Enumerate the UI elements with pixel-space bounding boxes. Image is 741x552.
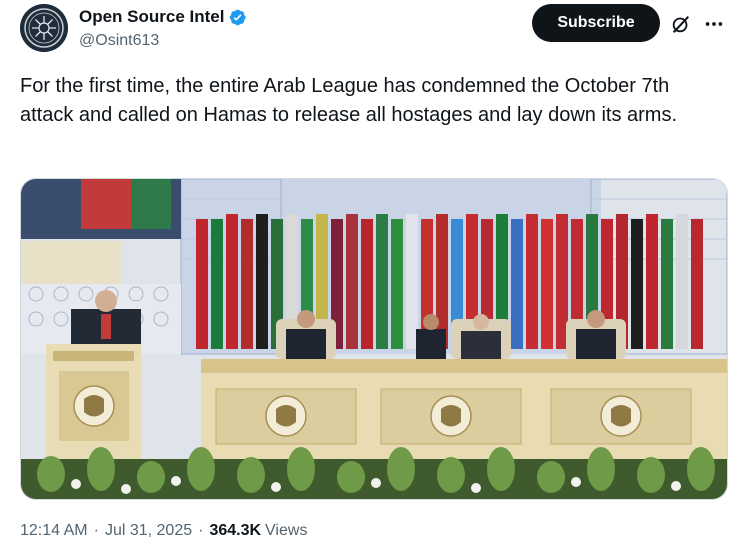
handle[interactable]: @Osint613 [79, 32, 159, 50]
tweet-header: Open Source Intel @Osint613 Subscribe [20, 4, 725, 54]
subscribe-button[interactable]: Subscribe [532, 4, 660, 42]
tweet-date[interactable]: Jul 31, 2025 [105, 522, 192, 540]
tweet-time[interactable]: 12:14 AM [20, 522, 88, 540]
meta-separator: · [198, 522, 204, 539]
verified-badge-icon [230, 9, 247, 25]
views-count: 364.3K [209, 522, 262, 539]
arab-league-summit-photo [21, 179, 727, 499]
intel-seal-icon [20, 4, 68, 52]
tweet-meta: 12:14 AM · Jul 31, 2025 · 364.3K Views [20, 522, 307, 540]
avatar[interactable] [20, 4, 68, 52]
tweet-media-photo[interactable] [20, 178, 728, 500]
meta-separator: · [93, 522, 99, 539]
views-label: Views [265, 522, 308, 539]
tweet-text: For the first time, the entire Arab Leag… [20, 75, 678, 126]
display-name[interactable]: Open Source Intel [79, 7, 224, 27]
more-options-icon[interactable] [703, 13, 725, 35]
grok-icon[interactable] [670, 13, 692, 35]
